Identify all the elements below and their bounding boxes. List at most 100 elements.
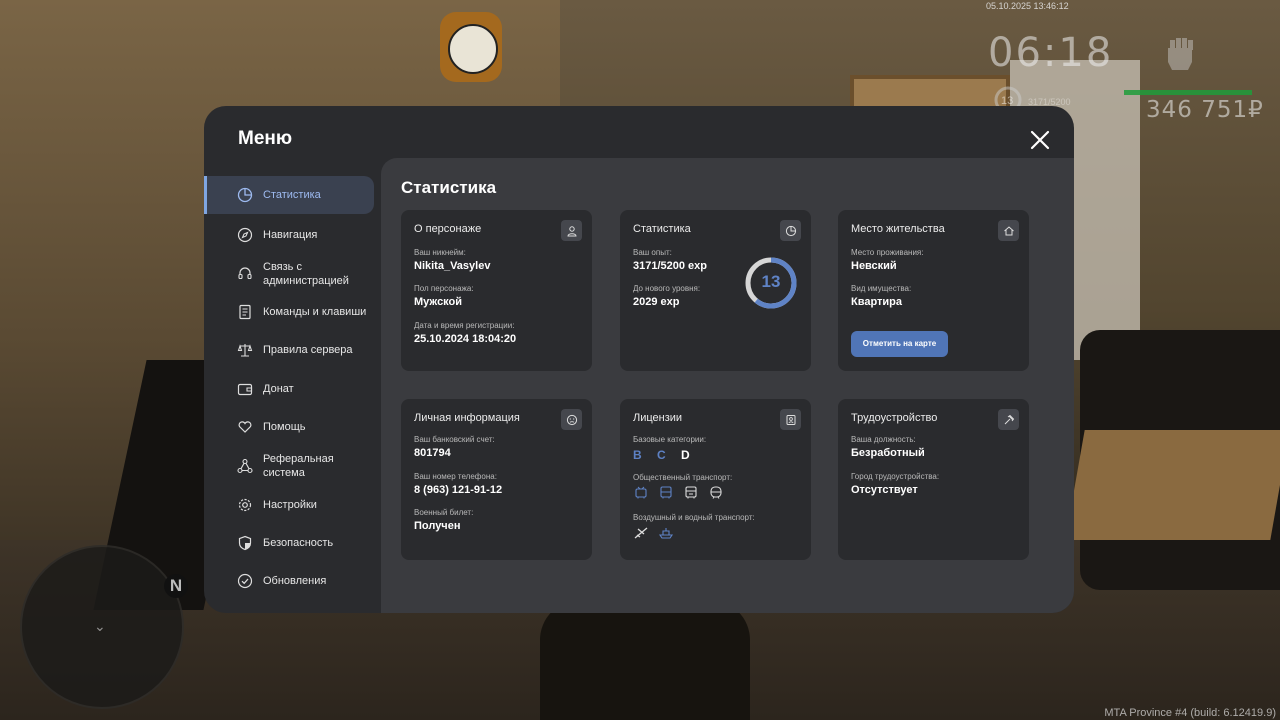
field-value: 2029 exp xyxy=(633,296,680,308)
sidebar-item-label: Правила сервера xyxy=(263,344,353,356)
sidebar-item-label: Настройки xyxy=(263,499,317,511)
property-type-field: Вид имущества: Квартира xyxy=(851,284,911,308)
job-city-field: Город трудоустройства: Отсутствует xyxy=(851,472,939,496)
sidebar-item-label: Связь с администрацией xyxy=(263,261,349,287)
field-label: Ваш никнейм: xyxy=(414,248,466,257)
field-value: Квартира xyxy=(851,296,903,308)
hud-time: 06:18 xyxy=(988,30,1114,76)
check-circle-icon xyxy=(237,573,253,589)
sidebar-item-label: Обновления xyxy=(263,575,327,587)
pie-chart-icon xyxy=(237,187,253,203)
card-title: Место жительства xyxy=(851,223,945,235)
trolleybus-icon xyxy=(633,486,649,500)
category-d: D xyxy=(681,448,696,462)
field-value: Невский xyxy=(851,260,897,272)
field-label: Военный билет: xyxy=(414,508,474,517)
sidebar-item-rules[interactable]: Правила сервера xyxy=(204,342,374,358)
sidebar-item-settings[interactable]: Настройки xyxy=(204,497,374,513)
sidebar-item-label: Навигация xyxy=(263,229,318,241)
menu-title: Меню xyxy=(238,128,293,149)
id-card-icon xyxy=(780,409,801,430)
military-id-field: Военный билет: Получен xyxy=(414,508,473,532)
sidebar-item-commands[interactable]: Команды и клавиши xyxy=(204,304,374,320)
hud-datetime: 05.10.2025 13:46:12 xyxy=(986,1,1069,11)
field-label: Вид имущества: xyxy=(851,284,912,293)
nickname-field: Ваш никнейм: Nikita_Vasylev xyxy=(414,248,490,272)
sidebar-item-donate[interactable]: Донат xyxy=(204,381,374,397)
mark-on-map-button[interactable]: Отметить на карте xyxy=(851,331,948,357)
sidebar: Статистика Навигация Связь с администрац… xyxy=(204,176,381,613)
field-label: Общественный транспорт: xyxy=(633,473,733,482)
registration-field: Дата и время регистрации: 25.10.2024 18:… xyxy=(414,321,516,345)
card-title: О персонаже xyxy=(414,223,482,235)
residence-place-field: Место проживания: Невский xyxy=(851,248,923,272)
exp-field: Ваш опыт: 3171/5200 exp xyxy=(633,248,707,272)
field-value: Отсутствует xyxy=(851,484,918,496)
tram-icon xyxy=(683,486,699,500)
sidebar-item-updates[interactable]: Обновления xyxy=(204,573,374,589)
north-indicator: N xyxy=(164,574,188,598)
job-position-field: Ваша должность: Безработный xyxy=(851,435,925,459)
card-title: Лицензии xyxy=(633,412,683,424)
field-label: Пол персонажа: xyxy=(414,284,474,293)
field-value: 25.10.2024 18:04:20 xyxy=(414,333,517,345)
character-card: О персонаже Ваш никнейм: Nikita_Vasylev … xyxy=(401,210,592,371)
public-transport-label: Общественный транспорт: xyxy=(633,473,732,483)
sidebar-item-admin-contact[interactable]: Связь с администрацией xyxy=(204,259,374,289)
field-label: Базовые категории: xyxy=(633,435,707,444)
sidebar-item-label: Безопасность xyxy=(263,537,334,549)
sidebar-item-label: Команды и клавиши xyxy=(263,306,367,318)
gender-field: Пол персонажа: Мужской xyxy=(414,284,474,308)
stats-card: Статистика Ваш опыт: 3171/5200 exp До но… xyxy=(620,210,811,371)
field-label: Место проживания: xyxy=(851,248,924,257)
field-label: Ваш банковский счет: xyxy=(414,435,495,444)
page-title: Статистика xyxy=(401,178,497,197)
base-categories-label: Базовые категории: xyxy=(633,435,706,445)
bank-account-field: Ваш банковский счет: 801794 xyxy=(414,435,495,459)
headset-icon xyxy=(237,266,253,282)
air-water-transport-label: Воздушный и водный транспорт: xyxy=(633,513,755,523)
card-title: Трудоустройство xyxy=(851,412,938,424)
sidebar-item-statistics[interactable]: Статистика xyxy=(204,176,374,214)
wallet-icon xyxy=(237,381,253,397)
field-value: 3171/5200 exp xyxy=(633,260,708,272)
player-arrow-icon: ⌄ xyxy=(94,618,106,634)
phone-field: Ваш номер телефона: 8 (963) 121-91-12 xyxy=(414,472,502,496)
sidebar-item-label: Статистика xyxy=(263,189,321,201)
boat-icon xyxy=(658,526,674,540)
field-value: 8 (963) 121-91-12 xyxy=(414,484,503,496)
field-value: Мужской xyxy=(414,296,463,308)
next-level-field: До нового уровня: 2029 exp xyxy=(633,284,700,308)
gear-icon xyxy=(237,497,253,513)
smiley-icon xyxy=(561,409,582,430)
metro-icon xyxy=(708,486,724,500)
user-icon xyxy=(561,220,582,241)
field-label: До нового уровня: xyxy=(633,284,701,293)
field-label: Дата и время регистрации: xyxy=(414,321,515,330)
licenses-card: Лицензии Базовые категории: B C D Общест… xyxy=(620,399,811,560)
pie-chart-icon xyxy=(780,220,801,241)
sidebar-item-help[interactable]: Помощь xyxy=(204,419,374,435)
bus-icon xyxy=(658,486,674,500)
field-value: Nikita_Vasylev xyxy=(414,260,491,272)
personal-info-card: Личная информация Ваш банковский счет: 8… xyxy=(401,399,592,560)
hud-money: 346 751₽ xyxy=(1146,97,1264,123)
table xyxy=(1065,430,1280,540)
level-number: 13 xyxy=(761,272,781,291)
sidebar-item-label: Реферальная система xyxy=(263,453,334,479)
fist-icon xyxy=(1160,34,1200,78)
sidebar-item-security[interactable]: Безопасность xyxy=(204,535,374,551)
field-label: Ваша должность: xyxy=(851,435,916,444)
employment-card: Трудоустройство Ваша должность: Безработ… xyxy=(838,399,1029,560)
close-button[interactable] xyxy=(1028,128,1052,152)
sidebar-item-navigation[interactable]: Навигация xyxy=(204,227,374,243)
compass-icon xyxy=(237,227,253,243)
card-title: Личная информация xyxy=(414,412,520,424)
heart-hands-icon xyxy=(237,419,253,435)
network-icon xyxy=(237,458,253,474)
sidebar-item-referral[interactable]: Реферальная система xyxy=(204,451,374,481)
document-icon xyxy=(237,304,253,320)
build-info: MTA Province #4 (build: 6.12419.9) xyxy=(1104,707,1276,719)
close-icon xyxy=(1030,130,1050,150)
air-water-transport-icons xyxy=(633,526,674,540)
